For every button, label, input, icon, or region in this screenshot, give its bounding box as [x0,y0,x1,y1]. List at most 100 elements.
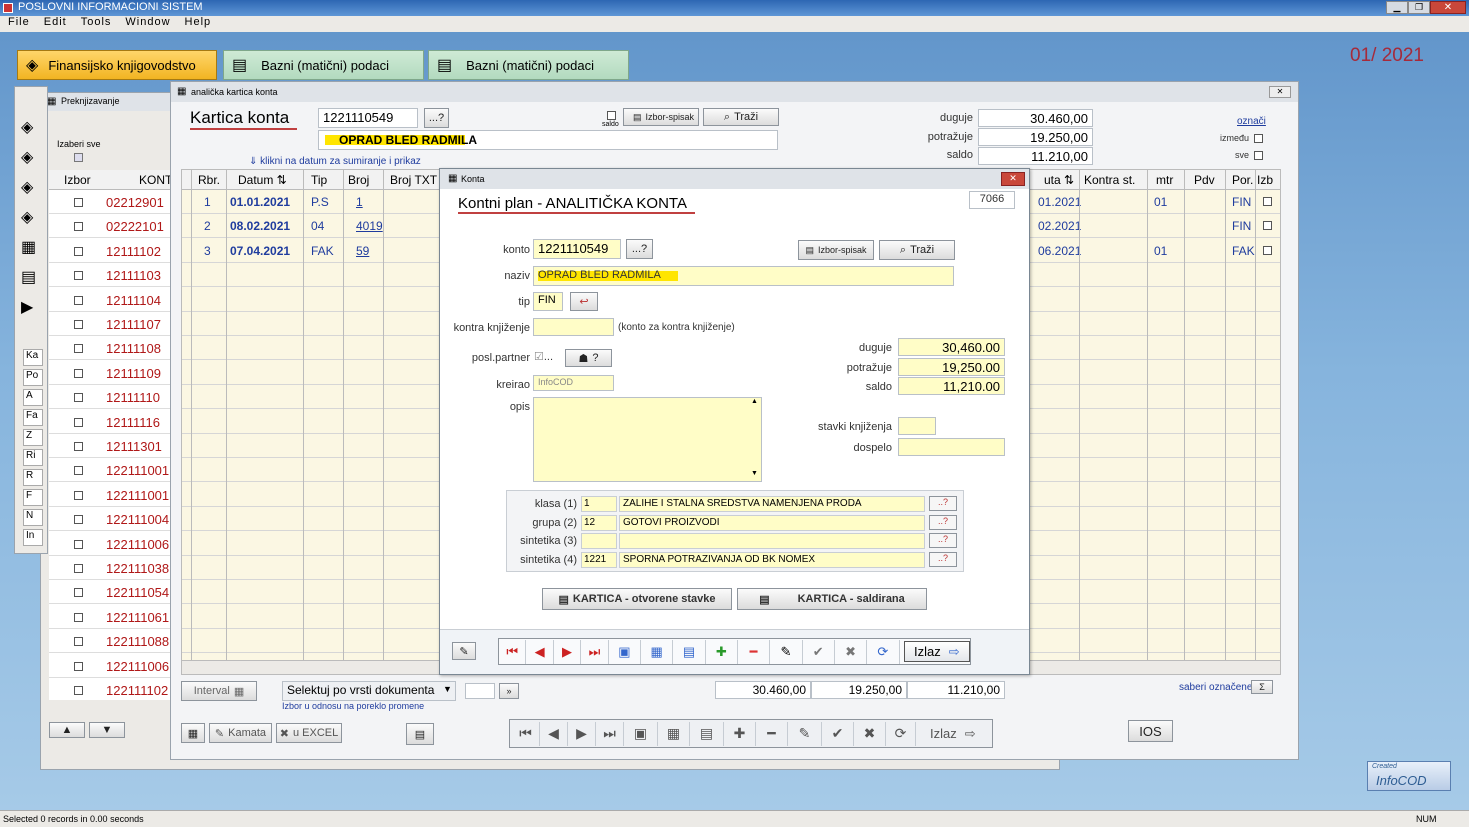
ledger-icon[interactable]: ◈ [21,147,36,167]
trazi-button[interactable]: ⌕ Traži [703,108,779,126]
list-item[interactable]: 12111104 [49,288,173,312]
izlaz-button[interactable]: Izlaz ⇨ [903,641,971,662]
print-icon[interactable]: ▤ [673,639,706,664]
side-item-label[interactable]: R [23,469,43,486]
edit-note-button[interactable]: ✎ [452,642,476,660]
row-checkbox[interactable] [74,466,83,476]
remove-icon[interactable]: ━ [738,639,771,664]
list-item[interactable]: 122111054 [49,580,173,605]
prev-record-icon[interactable]: ◀ [526,639,554,664]
excel-button[interactable]: ✖ u EXCEL [276,723,342,743]
ios-button[interactable]: IOS [1128,720,1173,742]
konto-input[interactable]: 1221110549 [533,239,621,259]
interval-button[interactable]: Interval ▦ [181,681,257,701]
dialog-close-button[interactable]: ✕ [1001,172,1025,186]
list-item[interactable]: 122111088 [49,629,173,654]
side-item-label[interactable]: In [23,529,43,546]
exit-icon[interactable]: ▶ [21,297,36,317]
row-checkbox[interactable] [74,271,83,281]
list-item[interactable]: 02212901 [49,190,173,214]
calc-icon[interactable]: ▦ [21,237,36,257]
naziv-input[interactable]: OPRAD BLED RADMILA [533,266,954,286]
row-checkbox[interactable] [74,515,83,525]
cell-datum[interactable]: 01.01.2021 [230,195,290,209]
menu-window[interactable]: Window [125,16,170,32]
row-checkbox[interactable] [74,246,83,256]
print-button[interactable]: ▤ [406,723,434,745]
row-checkbox[interactable] [74,564,83,573]
menu-help[interactable]: Help [185,16,212,32]
list-item[interactable]: 122111102 [49,678,173,700]
maximize-button[interactable]: ❐ [1408,1,1430,14]
row-checkbox[interactable] [74,222,83,232]
list-item[interactable]: 122111001 [49,458,173,483]
selektuj-input[interactable] [465,683,495,699]
konto-lookup-button[interactable]: ...? [424,108,449,128]
side-item-label[interactable]: N [23,509,43,526]
side-item-label[interactable]: Fa [23,409,43,426]
next-button[interactable]: » [499,683,519,699]
next-record-icon[interactable]: ▶ [554,639,582,664]
side-item-label[interactable]: Ka [23,349,43,366]
list-item[interactable]: 122111061 [49,605,173,629]
list-item[interactable]: 12111107 [49,312,173,336]
ledger-icon[interactable]: ◈ [21,177,36,197]
klasa-lookup-button[interactable]: ..? [929,514,957,530]
tab-finansijsko[interactable]: ◈ Finansijsko knjigovodstvo [17,50,217,80]
selektuj-dropdown[interactable]: Selektuj po vrsti dokumenta ▼ [282,681,456,701]
klasa-lookup-button[interactable]: ..? [929,551,957,567]
row-checkbox[interactable] [74,393,83,403]
list-item[interactable]: 12111301 [49,434,173,458]
izmedu-checkbox[interactable] [1254,134,1263,143]
cell-broj[interactable]: 4019 [356,219,383,233]
print-icon[interactable]: ▤ [690,721,724,746]
list-item[interactable]: 02222101 [49,214,173,239]
datum-sort-header[interactable]: Datum ⇅ [238,173,287,187]
list-item[interactable]: 12111110 [49,385,173,410]
confirm-icon[interactable]: ✔ [803,639,835,664]
row-checkbox[interactable] [74,320,83,329]
list-item[interactable]: 122111001 [49,483,173,507]
kartica-saldirana-button[interactable]: ▤ KARTICA - saldirana [737,588,927,610]
kartica-otvorene-button[interactable]: ▤ KARTICA - otvorene stavke [542,588,732,610]
refresh-icon[interactable]: ⟳ [867,639,900,664]
row-checkbox[interactable] [74,442,83,451]
opis-textarea[interactable]: ▲ ▼ [533,397,762,482]
row-checkbox[interactable] [74,368,83,378]
menu-edit[interactable]: Edit [44,16,67,32]
first-record-icon[interactable]: ⏮ [499,639,527,664]
izb-checkbox[interactable] [1263,197,1272,206]
close-button[interactable]: ✕ [1430,1,1466,14]
row-checkbox[interactable] [74,417,83,427]
add-icon[interactable]: ✚ [706,639,738,664]
side-item-label[interactable]: Z [23,429,43,446]
cancel-icon[interactable]: ✖ [835,639,868,664]
undo-button[interactable]: ↩ [570,292,598,311]
last-record-icon[interactable]: ⏭ [581,639,609,664]
row-checkbox[interactable] [74,295,83,305]
minimize-button[interactable]: ▁ [1386,1,1408,14]
izb-checkbox[interactable] [1263,221,1272,231]
list-item[interactable]: 12111103 [49,263,173,288]
add-icon[interactable]: ✚ [724,721,756,746]
konto-field[interactable]: 1221110549 [318,108,418,128]
preview-icon[interactable]: ▣ [609,639,641,664]
saldo-checkbox[interactable] [607,111,616,120]
side-item-label[interactable]: Ri [23,449,43,466]
refresh-icon[interactable]: ⟳ [886,721,916,746]
izbor-spisak-button[interactable]: ▤ Izbor-spisak [798,240,874,260]
side-item-label[interactable]: F [23,489,43,506]
ledger-icon[interactable]: ◈ [21,207,36,227]
row-checkbox[interactable] [74,588,83,598]
cell-datum[interactable]: 07.04.2021 [230,244,290,258]
list-item[interactable]: 122111004 [49,507,173,532]
row-checkbox[interactable] [74,344,83,354]
last-record-icon[interactable]: ⏭ [596,721,624,746]
menu-tools[interactable]: Tools [81,16,112,32]
cell-datum[interactable]: 08.02.2021 [230,219,290,233]
konto-lookup-button[interactable]: ...? [626,239,653,259]
list-icon[interactable]: ▦ [641,639,674,664]
side-item-label[interactable]: A [23,389,43,406]
partner-lookup-button[interactable]: ☗? [565,349,612,367]
ledger-icon[interactable]: ◈ [21,117,36,137]
